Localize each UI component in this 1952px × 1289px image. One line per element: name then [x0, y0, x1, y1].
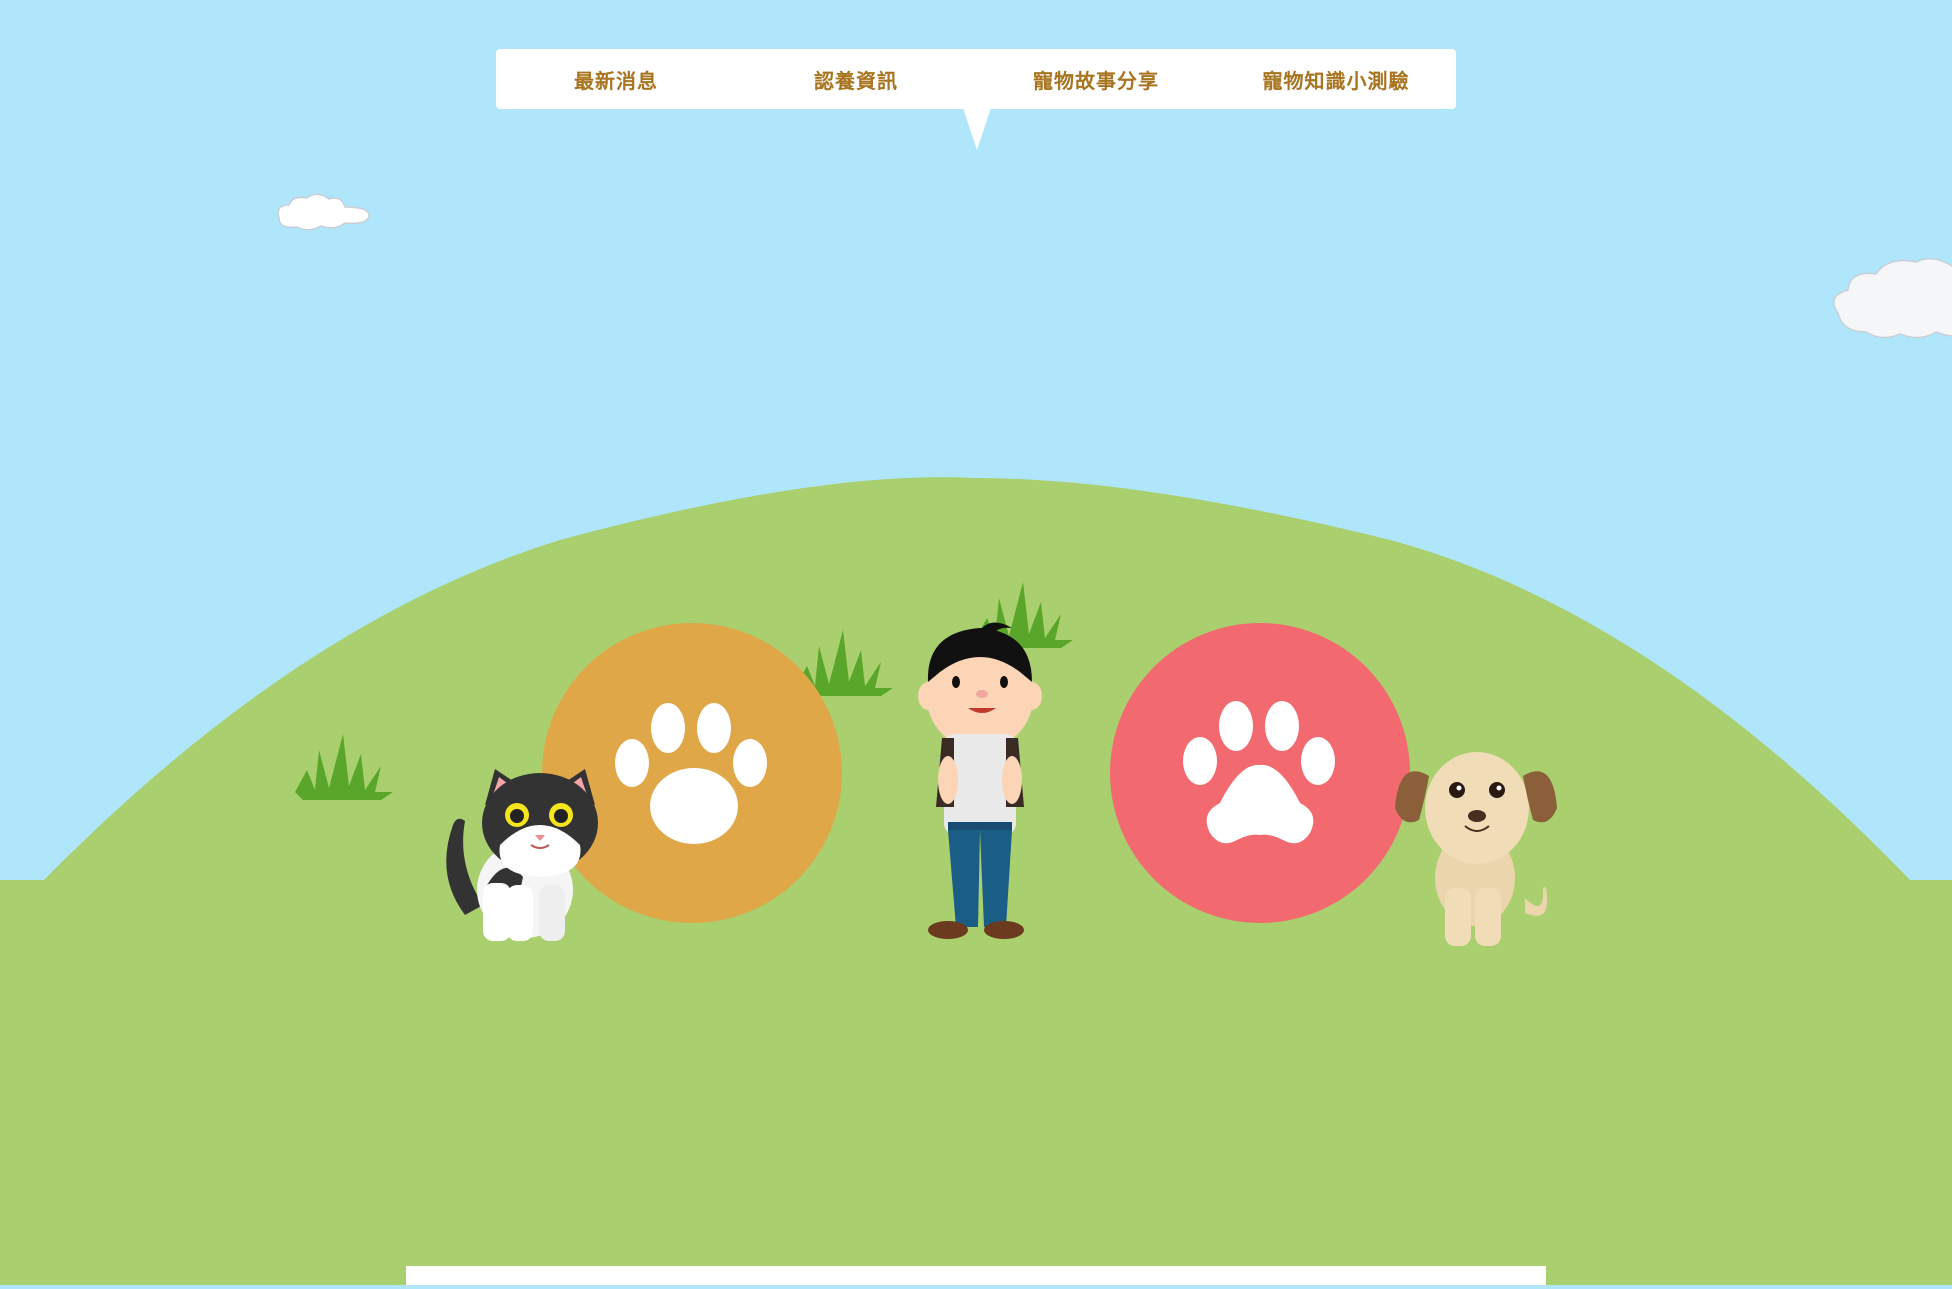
main-nav: 最新消息 認養資訊 寵物故事分享 寵物知識小測驗 [496, 49, 1456, 109]
nav-item-pet-quiz[interactable]: 寵物知識小測驗 [1216, 65, 1456, 94]
cloud-icon-small [277, 193, 370, 231]
cloud-icon-large [1833, 257, 1952, 339]
background-illustration [0, 193, 1952, 1286]
content-panel [406, 1266, 1546, 1285]
landing-scene [0, 0, 1952, 1286]
cat-adoption-circle [542, 623, 842, 923]
nav-item-latest-news[interactable]: 最新消息 [496, 65, 736, 94]
nav-pointer [963, 108, 991, 150]
nav-item-adoption-info[interactable]: 認養資訊 [736, 65, 976, 94]
nav-item-pet-stories[interactable]: 寵物故事分享 [976, 65, 1216, 94]
dog-adoption-circle [1110, 623, 1410, 923]
